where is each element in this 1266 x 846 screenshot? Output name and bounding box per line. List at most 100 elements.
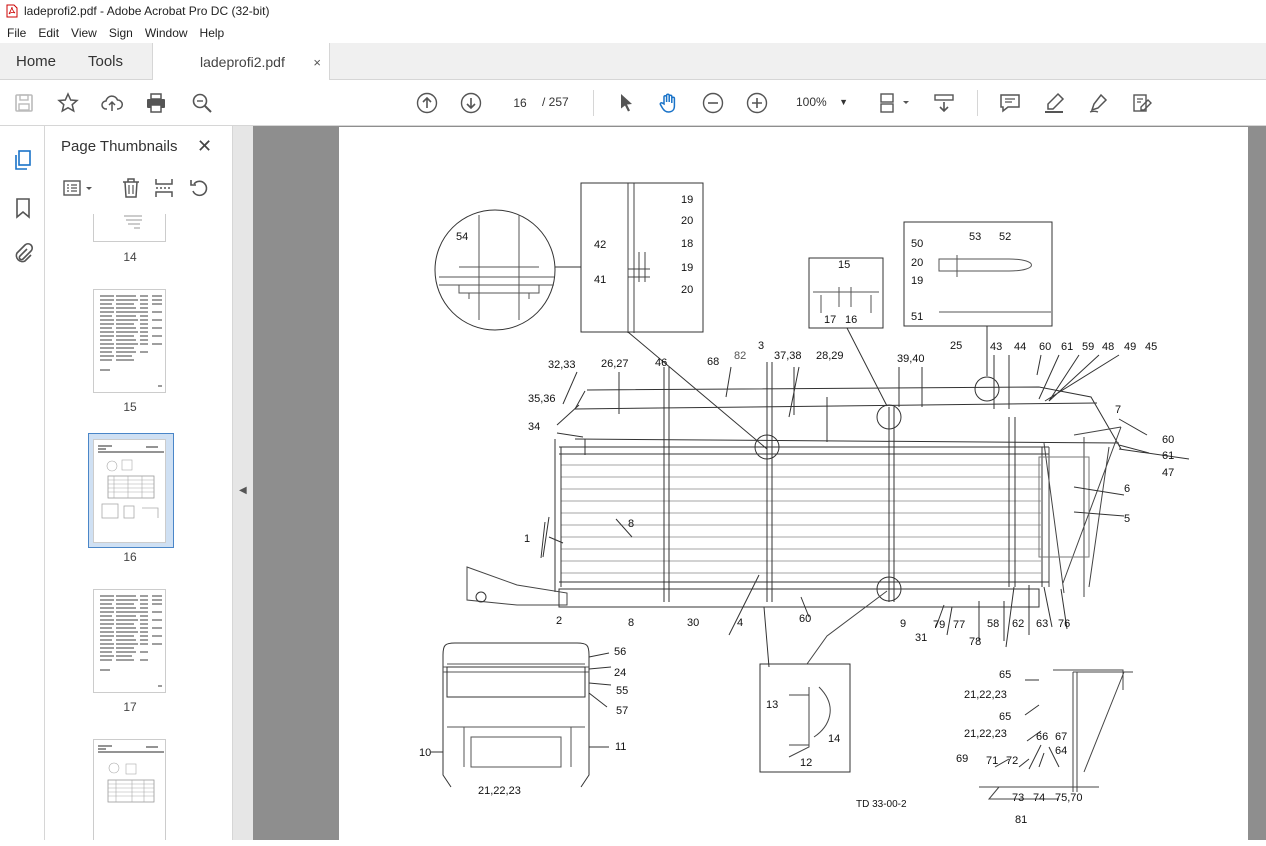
thumbnail-text-lines bbox=[100, 595, 162, 687]
part-label: 37,38 bbox=[774, 350, 802, 362]
close-panel-button[interactable]: ✕ bbox=[197, 136, 212, 157]
part-label: 61 bbox=[1162, 450, 1174, 462]
part-label: 32,33 bbox=[548, 359, 576, 371]
part-label: 71 bbox=[986, 755, 998, 767]
part-label: 25 bbox=[950, 340, 962, 352]
part-label: 69 bbox=[956, 753, 968, 765]
zoom-out-icon[interactable] bbox=[701, 91, 725, 115]
zoom-search-icon[interactable] bbox=[190, 91, 214, 115]
menu-file[interactable]: File bbox=[0, 26, 31, 40]
close-tab-button[interactable]: × bbox=[313, 55, 321, 70]
part-label: 66 bbox=[1036, 731, 1048, 743]
page-thumbnail[interactable] bbox=[93, 214, 166, 242]
part-label: 17 bbox=[824, 314, 836, 326]
part-label: 35,36 bbox=[528, 393, 556, 405]
collapse-arrow-icon: ◀ bbox=[239, 485, 247, 496]
trash-icon[interactable] bbox=[120, 176, 142, 200]
page-total: / 257 bbox=[542, 95, 569, 109]
save-icon[interactable] bbox=[12, 91, 36, 115]
comment-icon[interactable] bbox=[998, 91, 1022, 115]
page-fit-icon[interactable] bbox=[878, 91, 912, 115]
part-label: 26,27 bbox=[601, 358, 629, 370]
menu-view[interactable]: View bbox=[64, 26, 102, 40]
part-label: 52 bbox=[999, 231, 1011, 243]
highlight-pen-icon[interactable] bbox=[1042, 91, 1066, 115]
part-label: 21,22,23 bbox=[964, 728, 1007, 740]
scroll-mode-icon[interactable] bbox=[932, 91, 956, 115]
part-label: 76 bbox=[1058, 618, 1070, 630]
print-icon[interactable] bbox=[144, 91, 168, 115]
attachment-icon[interactable] bbox=[11, 242, 35, 266]
part-label: 82 bbox=[734, 350, 746, 362]
page-thumbnail-current[interactable] bbox=[93, 439, 166, 543]
thumbnail-options-icon[interactable] bbox=[62, 176, 96, 200]
part-label: 20 bbox=[681, 284, 693, 296]
main-toolbar bbox=[0, 80, 1266, 126]
part-label: 7 bbox=[1115, 404, 1121, 416]
toolbar-divider bbox=[977, 90, 978, 116]
bookmark-icon[interactable] bbox=[11, 196, 35, 220]
window-title: ladeprofi2.pdf - Adobe Acrobat Pro DC (3… bbox=[24, 4, 270, 18]
part-label: 51 bbox=[911, 311, 923, 323]
page-number-input[interactable]: 16 bbox=[502, 90, 538, 114]
part-label: 74 bbox=[1033, 792, 1045, 804]
part-label: 34 bbox=[528, 421, 540, 433]
part-label: 16 bbox=[845, 314, 857, 326]
part-label: 6 bbox=[1124, 483, 1130, 495]
bookmark-star-icon[interactable] bbox=[56, 91, 80, 115]
thumbnail-label: 17 bbox=[123, 700, 137, 714]
part-label: 60 bbox=[799, 613, 811, 625]
part-label: 20 bbox=[681, 215, 693, 227]
part-label: 64 bbox=[1055, 745, 1067, 757]
part-label: 28,29 bbox=[816, 350, 844, 362]
part-label: 30 bbox=[687, 617, 699, 629]
thumbnail-drawing bbox=[98, 745, 164, 803]
part-label: 49 bbox=[1124, 341, 1136, 353]
page-thumbnails-icon[interactable] bbox=[11, 148, 35, 172]
fill-sign-icon[interactable] bbox=[1130, 91, 1154, 115]
part-label: 11 bbox=[615, 741, 626, 753]
draw-pen-icon[interactable] bbox=[1086, 91, 1110, 115]
part-label: 77 bbox=[953, 619, 965, 631]
page-thumbnail[interactable] bbox=[93, 289, 166, 393]
part-label: 10 bbox=[419, 747, 431, 759]
toolbar-divider bbox=[593, 90, 594, 116]
next-page-icon[interactable] bbox=[459, 91, 483, 115]
part-label: 67 bbox=[1055, 731, 1067, 743]
hand-tool-icon[interactable] bbox=[657, 91, 681, 115]
part-label: 65 bbox=[999, 669, 1011, 681]
part-label: 60 bbox=[1039, 341, 1051, 353]
select-cursor-icon[interactable] bbox=[614, 91, 638, 115]
previous-page-icon[interactable] bbox=[415, 91, 439, 115]
insert-pages-icon[interactable] bbox=[153, 176, 175, 200]
rotate-icon[interactable] bbox=[188, 176, 210, 200]
part-label: 62 bbox=[1012, 618, 1024, 630]
pdf-page[interactable]: 54 19 20 42 18 19 41 20 15 17 16 50 53 5… bbox=[339, 127, 1248, 840]
tab-tools[interactable]: Tools bbox=[88, 43, 123, 80]
page-thumbnail[interactable] bbox=[93, 739, 166, 840]
part-label: 1 bbox=[524, 533, 530, 545]
cloud-upload-icon[interactable] bbox=[100, 91, 124, 115]
part-label: 19 bbox=[911, 275, 923, 287]
panel-collapse-handle[interactable]: ◀ bbox=[233, 126, 253, 840]
menu-help[interactable]: Help bbox=[193, 26, 230, 40]
menu-sign[interactable]: Sign bbox=[102, 26, 138, 40]
part-label: 39,40 bbox=[897, 353, 925, 365]
part-label: 13 bbox=[766, 699, 778, 711]
part-label: 58 bbox=[987, 618, 999, 630]
part-label: 56 bbox=[614, 646, 626, 658]
panel-title: Page Thumbnails bbox=[61, 138, 178, 155]
tab-document[interactable]: ladeprofi2.pdf × bbox=[152, 43, 330, 81]
zoom-level-select[interactable]: 100% ▼ bbox=[786, 90, 856, 114]
part-label: 63 bbox=[1036, 618, 1048, 630]
part-label: 41 bbox=[594, 274, 606, 286]
part-label: 50 bbox=[911, 238, 923, 250]
part-label: 8 bbox=[628, 518, 634, 530]
menu-edit[interactable]: Edit bbox=[31, 26, 64, 40]
page-thumbnail[interactable] bbox=[93, 589, 166, 693]
part-label: 57 bbox=[616, 705, 628, 717]
navigation-rail bbox=[0, 126, 45, 840]
tab-home[interactable]: Home bbox=[16, 43, 56, 80]
menu-window[interactable]: Window bbox=[138, 26, 193, 40]
zoom-in-icon[interactable] bbox=[745, 91, 769, 115]
